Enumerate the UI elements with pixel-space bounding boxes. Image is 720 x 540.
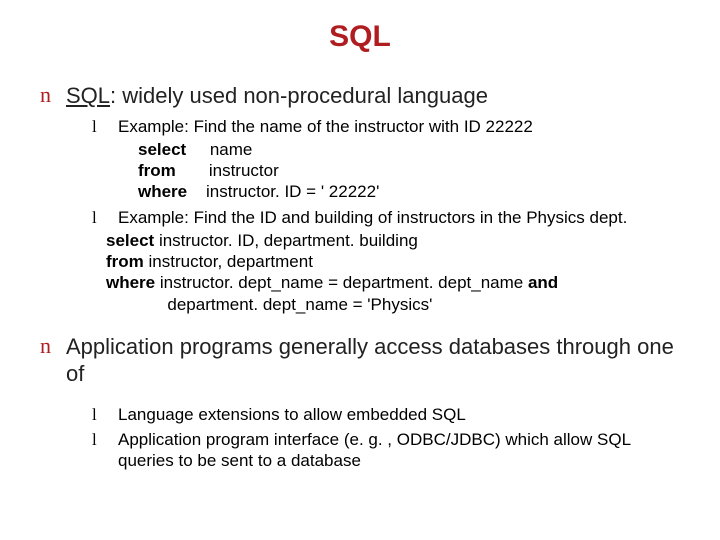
bullet-text: SQL: widely used non-procedural language [66,82,488,110]
sub-bullet-glyph: l [92,404,118,425]
sub-bullet-text: Application program interface (e. g. , O… [118,429,690,472]
bullet-text-rest: : widely used non-procedural language [110,83,488,108]
code-block-physics: select instructor. ID, department. build… [106,230,690,315]
keyword-where: where [106,273,160,292]
bullet-item-app-programs: n Application programs generally access … [40,333,690,388]
sub-bullet-glyph: l [92,429,118,472]
sub-item-lang-ext: l Language extensions to allow embedded … [92,404,690,425]
bullet-item-sql: n SQL: widely used non-procedural langua… [40,82,690,110]
code-text: instructor. ID, department. building [159,231,418,250]
sub-item-api: l Application program interface (e. g. ,… [92,429,690,472]
slide-content: n SQL: widely used non-procedural langua… [0,82,720,472]
bullet-glyph: n [40,82,66,110]
code-text: instructor, department [149,252,313,271]
sub-item-example2: l Example: Find the ID and building of i… [92,207,690,228]
slide-title: SQL [0,0,720,82]
code-text: name [186,140,252,159]
keyword-from: from [138,161,176,180]
code-text: instructor [176,161,279,180]
sub-bullet-text: Language extensions to allow embedded SQ… [118,404,466,425]
keyword-select: select [138,140,186,159]
code-block-select-name: select name from instructor where instru… [138,139,690,203]
sub-bullet-text: Example: Find the name of the instructor… [118,116,533,137]
underlined-term: SQL [66,83,110,108]
code-text: instructor. dept_name = department. dept… [160,273,528,292]
keyword-from: from [106,252,149,271]
keyword-and: and [528,273,558,292]
sub-bullet-glyph: l [92,116,118,137]
keyword-where: where [138,182,187,201]
code-text: instructor. ID = ' 22222' [187,182,379,201]
code-text: department. dept_name = 'Physics' [106,295,432,314]
keyword-select: select [106,231,159,250]
sub-bullet-text: Example: Find the ID and building of ins… [118,207,627,228]
sub-item-example1: l Example: Find the name of the instruct… [92,116,690,137]
bullet-glyph: n [40,333,66,388]
sub-bullet-glyph: l [92,207,118,228]
bullet-text: Application programs generally access da… [66,333,690,388]
